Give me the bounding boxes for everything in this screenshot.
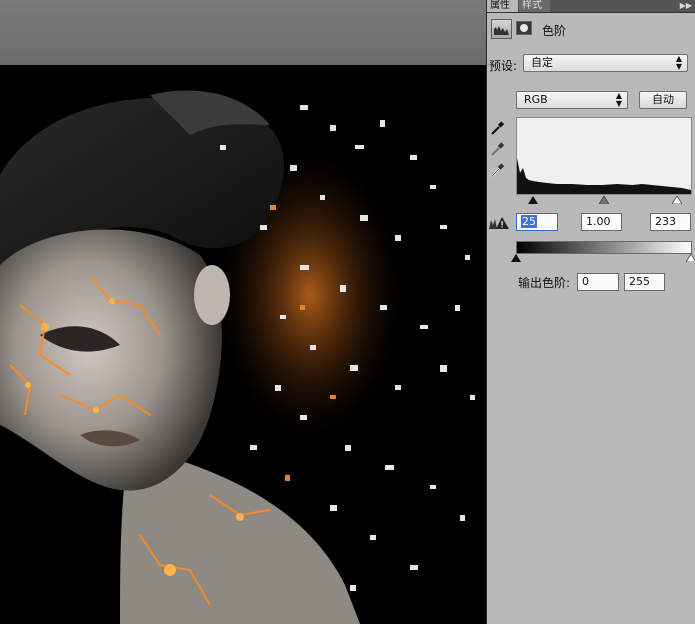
input-white-field[interactable]: 233	[650, 213, 691, 231]
input-gamma-field[interactable]: 1.00	[581, 213, 622, 231]
auto-button[interactable]: 自动	[639, 91, 687, 109]
black-point-eyedropper-icon[interactable]	[490, 120, 506, 136]
pasteboard	[0, 0, 486, 65]
panel-title: 色阶	[542, 24, 567, 38]
clipping-warning-icon[interactable]	[488, 216, 510, 230]
tab-properties[interactable]: 属性	[487, 0, 518, 12]
levels-histogram-icon[interactable]	[491, 19, 512, 39]
gray-point-eyedropper-icon[interactable]	[490, 141, 506, 157]
white-point-eyedropper-icon[interactable]	[490, 162, 506, 178]
preset-select[interactable]: 自定 ▲ ▼	[523, 54, 688, 72]
input-black-field[interactable]: 25	[516, 213, 558, 231]
histogram	[516, 117, 692, 195]
preset-value: 自定	[531, 56, 553, 69]
output-levels-label: 输出色阶:	[518, 276, 571, 290]
output-white-field[interactable]: 255	[624, 273, 665, 291]
updown-chevron-icon: ▲ ▼	[615, 91, 622, 108]
channel-select[interactable]: RGB ▲ ▼	[516, 91, 628, 109]
input-gamma-slider-handle[interactable]	[599, 196, 609, 204]
output-gradient-bar	[516, 241, 692, 254]
mask-icon[interactable]	[516, 21, 532, 35]
panel-tab-bar: 属性 样式 ▶▶	[487, 0, 695, 13]
double-chevron-right-icon[interactable]: ▶▶	[680, 0, 692, 12]
tab-styles[interactable]: 样式	[519, 0, 550, 12]
document-image[interactable]	[0, 65, 486, 624]
output-white-slider-handle[interactable]	[686, 254, 695, 262]
canvas-area	[0, 0, 486, 624]
preset-label: 预设:	[489, 59, 518, 73]
output-black-field[interactable]: 0	[577, 273, 619, 291]
input-black-value: 25	[521, 215, 537, 228]
input-white-slider-handle[interactable]	[672, 196, 682, 204]
output-black-slider-handle[interactable]	[511, 254, 521, 262]
artwork	[0, 65, 486, 624]
input-black-slider-handle[interactable]	[528, 196, 538, 204]
channel-value: RGB	[524, 93, 548, 106]
updown-chevron-icon: ▲ ▼	[675, 54, 682, 71]
